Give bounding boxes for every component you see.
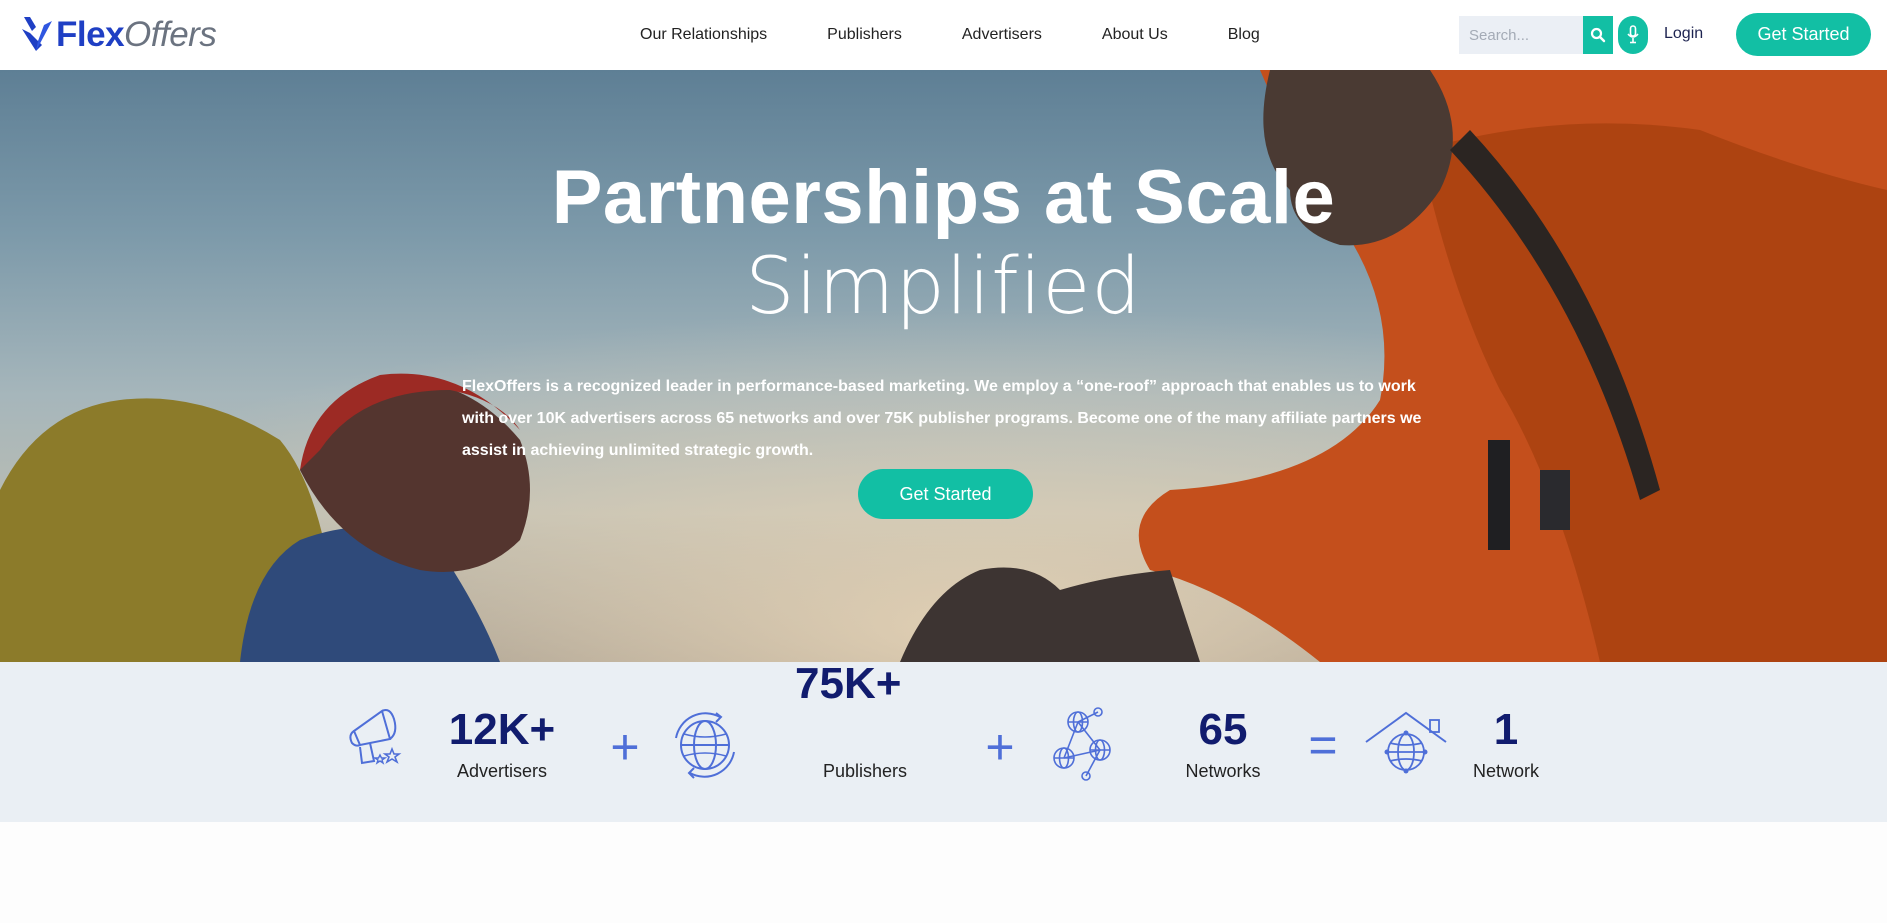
hero-get-started-button[interactable]: Get Started: [858, 469, 1033, 519]
stat-network-label: Network: [1472, 761, 1539, 781]
plus-operator: +: [610, 719, 640, 775]
logo-text-offers: Offers: [124, 14, 217, 54]
hero-subtitle: Simplified: [745, 242, 1142, 332]
header-get-started-button[interactable]: Get Started: [1736, 13, 1871, 56]
stat-networks-value: 65: [1198, 705, 1248, 754]
search-button[interactable]: [1583, 16, 1613, 54]
hero-section: Partnerships at Scale Simplified FlexOff…: [0, 70, 1887, 662]
stat-publishers-label: Publishers: [822, 761, 908, 781]
globe-cycle-icon: [675, 712, 735, 779]
stat-network-value: 1: [1493, 705, 1519, 754]
megaphone-icon: [349, 709, 402, 765]
logo-text-flex: Flex: [56, 14, 125, 54]
voice-search-button[interactable]: [1618, 16, 1648, 54]
network-globes-icon: [1053, 707, 1111, 781]
nav-about-us[interactable]: About Us: [1102, 26, 1168, 44]
search-icon: [1590, 27, 1606, 43]
equals-operator: =: [1308, 717, 1338, 773]
stats-band: 12K+ Advertisers + 75K+ Publishers + 65 …: [0, 662, 1887, 822]
nav-our-relationships[interactable]: Our Relationships: [640, 26, 767, 44]
stat-advertisers-label: Advertisers: [456, 761, 548, 781]
plus-operator-2: +: [985, 719, 1015, 775]
nav-publishers[interactable]: Publishers: [827, 26, 902, 44]
stat-publishers-value: 75K+: [795, 659, 902, 708]
microphone-icon: [1627, 25, 1639, 44]
stat-advertisers-value: 12K+: [448, 705, 556, 754]
search-input[interactable]: [1459, 16, 1583, 54]
nav-advertisers[interactable]: Advertisers: [962, 26, 1042, 44]
login-link[interactable]: Login: [1664, 25, 1703, 43]
logo-mark-icon: [22, 17, 52, 51]
hero-title: Partnerships at Scale: [551, 155, 1336, 240]
stat-networks-label: Networks: [1185, 761, 1261, 781]
search-group: [1459, 16, 1648, 54]
hero-description: FlexOffers is a recognized leader in per…: [462, 378, 1422, 459]
nav-blog[interactable]: Blog: [1228, 26, 1260, 44]
flexoffers-logo[interactable]: FlexOffers: [20, 14, 217, 54]
main-nav: Our Relationships Publishers Advertisers…: [640, 0, 1320, 70]
site-header: FlexOffers Our Relationships Publishers …: [0, 0, 1887, 70]
